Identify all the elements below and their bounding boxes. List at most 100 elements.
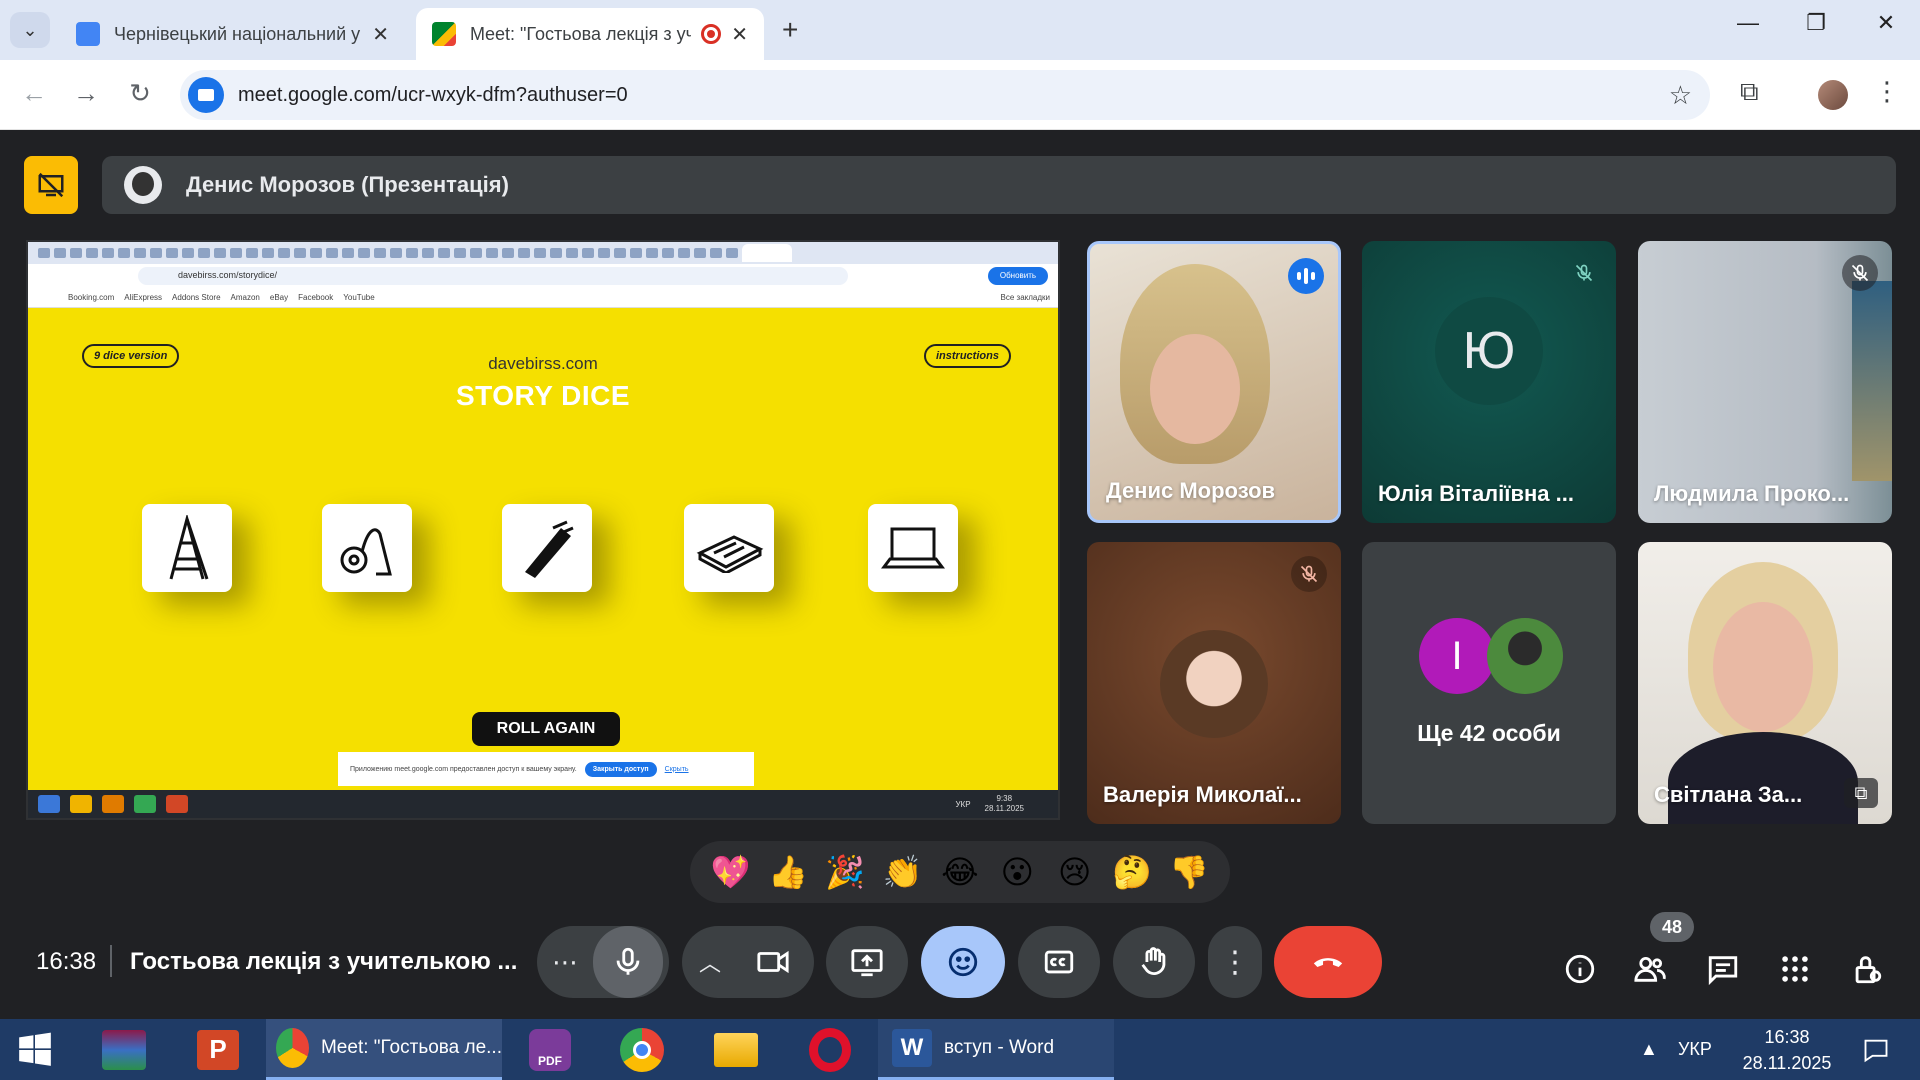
bookmark: AliExpress [124,293,163,302]
participant-face [1713,602,1813,732]
calendar-icon [76,22,100,46]
windows-start-icon[interactable] [10,1019,60,1080]
reaction-heart[interactable]: 💖 [706,853,756,891]
pdf-app-icon[interactable]: PDF [522,1019,578,1080]
close-tab-icon[interactable]: ✕ [372,22,389,47]
host-controls-lock-icon[interactable] [1847,949,1887,989]
yandex-icon [102,795,124,813]
laptop-icon [868,504,958,592]
reactions-emoji-icon[interactable] [921,926,1005,998]
participant-tile-more[interactable]: І Ще 42 особи [1362,542,1616,824]
tray-time: 16:38 [1764,1026,1810,1047]
taskbar-word-window[interactable]: W вступ - Word [878,1019,1114,1080]
audio-options-icon[interactable]: ⋯ [537,947,593,978]
file-explorer-icon[interactable] [708,1019,764,1080]
bookmark: Addons Store [172,293,221,302]
bookmark: Booking.com [68,293,115,302]
captions-icon[interactable] [1018,926,1100,998]
reaction-clap[interactable]: 👏 [878,853,928,891]
people-icon[interactable] [1630,949,1670,989]
divider [110,945,112,977]
video-options-chevron-icon[interactable]: ︿ [682,946,738,978]
restore-icon[interactable]: ❐ [1796,10,1836,36]
reaction-thumbs-down[interactable]: 👎 [1164,853,1214,891]
picture-in-picture-icon[interactable]: ⧉ [1844,778,1878,808]
reaction-thinking[interactable]: 🤔 [1107,853,1157,891]
address-bar[interactable]: meet.google.com/ucr-wxyk-dfm?authuser=0 … [180,70,1710,120]
profile-avatar[interactable] [1818,80,1848,110]
reaction-surprised[interactable]: 😮 [992,853,1042,891]
stop-presenting-icon[interactable] [24,156,78,214]
bookmark: eBay [269,293,289,302]
participant-tile-yuliia[interactable]: Ю Юлія Віталіївна ... [1362,241,1616,523]
powerpoint-icon[interactable]: P [190,1019,246,1080]
shared-bookmarks-bar: Booking.com AliExpress Addons Store Amaz… [28,288,1058,308]
participant-clothes [1668,732,1858,824]
activities-icon[interactable] [1775,949,1815,989]
microphone-icon[interactable] [593,926,663,998]
roll-again-button: ROLL AGAIN [472,712,620,746]
close-window-icon[interactable]: ✕ [1866,10,1906,36]
winrar-icon[interactable] [96,1019,152,1080]
tab-chnu[interactable]: Чернівецький національний у ✕ [60,8,405,60]
raise-hand-icon[interactable] [1113,926,1195,998]
taskbar-word-label: вступ - Word [944,1037,1055,1058]
browser-toolbar: ← → ↻ meet.google.com/ucr-wxyk-dfm?authu… [0,60,1920,130]
leave-call-icon[interactable] [1274,926,1382,998]
mic-off-icon [1566,255,1602,291]
browser-tab-bar: ⌄ Чернівецький національний у ✕ Meet: "Г… [0,0,1920,60]
bookmark-star-icon[interactable]: ☆ [1669,80,1692,111]
back-icon[interactable]: ← [16,78,52,109]
participant-name: Валерія Миколаї... [1103,782,1302,807]
shared-taskbar: УКР 9:38 28.11.2025 [28,790,1058,818]
meeting-time: 16:38 [36,948,97,975]
shared-tray-date: 28.11.2025 [984,804,1024,813]
mic-off-icon [1842,255,1878,291]
minimize-icon[interactable]: — [1728,10,1768,36]
camera-icon[interactable] [738,945,808,979]
more-options-icon[interactable]: ⋮ [1208,926,1262,998]
participant-name: Людмила Проко... [1654,481,1850,506]
meeting-info-icon[interactable] [1560,949,1600,989]
shared-screen: davebirss.com/storydice/ Обновить Bookin… [26,240,1060,820]
shared-tray-time: 9:38 [996,794,1013,803]
tray-clock[interactable]: 16:38 28.11.2025 [1732,1019,1842,1080]
mousetrap-icon [684,504,774,592]
tab-meet[interactable]: Meet: "Гостьова лекція з уч ✕ [416,8,764,60]
participant-tile-denys[interactable]: Денис Морозов [1087,241,1341,523]
shared-address-bar: davebirss.com/storydice/ Обновить [28,264,1058,288]
tray-overflow-icon[interactable]: ▲ [1640,1019,1658,1080]
chrome-icon[interactable] [614,1019,670,1080]
participant-avatar [1160,630,1268,738]
tab-title: Чернівецький національний у [114,23,361,44]
hide-link: Скрыть [664,765,689,773]
recording-icon [701,24,722,44]
notifications-icon[interactable] [1862,1019,1890,1080]
chat-icon[interactable] [1703,949,1743,989]
reaction-laugh[interactable]: 😂 [935,853,985,891]
comb-icon [502,504,592,592]
present-screen-icon[interactable] [826,926,908,998]
close-tab-icon[interactable]: ✕ [731,22,748,47]
opera-icon[interactable] [802,1019,858,1080]
participant-tile-liudmyla[interactable]: Людмила Проко... [1638,241,1892,523]
participant-tile-svitlana[interactable]: ⧉ Світлана За... [1638,542,1892,824]
site-info-icon[interactable] [188,77,224,113]
participant-tile-valeriia[interactable]: Валерія Миколаї... [1087,542,1341,824]
browser-menu-icon[interactable]: ⋮ [1874,76,1900,107]
extensions-icon[interactable]: ⧉ [1740,76,1759,108]
reactions-bar: 💖 👍 🎉 👏 😂 😮 😢 🤔 👎 [690,841,1230,903]
reload-icon[interactable]: ↻ [122,78,158,109]
new-tab-icon[interactable]: + [782,14,798,46]
reaction-party[interactable]: 🎉 [820,853,870,891]
powerpoint-icon [166,795,188,813]
share-notice-text: Приложению meet.google.com предоставлен … [350,765,577,773]
forward-icon[interactable]: → [68,78,104,109]
reaction-sad[interactable]: 😢 [1050,853,1100,891]
tab-search-chevron-icon[interactable]: ⌄ [10,12,50,48]
mic-off-icon [1291,556,1327,592]
taskbar-meet-window[interactable]: Meet: "Гостьова ле... [266,1019,502,1080]
tray-language[interactable]: УКР [1678,1019,1712,1080]
presenter-banner: Денис Морозов (Презентація) [102,156,1896,214]
reaction-thumbs-up[interactable]: 👍 [763,853,813,891]
